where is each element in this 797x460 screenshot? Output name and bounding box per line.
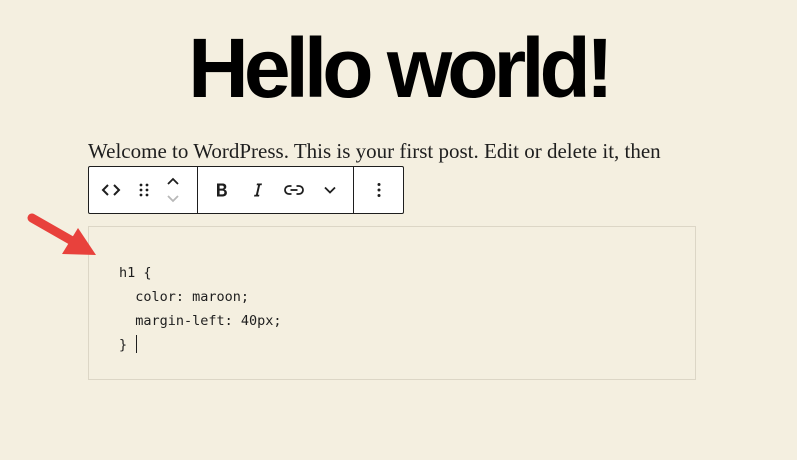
bold-button[interactable] (204, 172, 240, 208)
toolbar-group-options (353, 167, 403, 213)
code-line-last: } (119, 333, 665, 357)
text-caret (136, 335, 138, 353)
block-type-button[interactable] (93, 172, 129, 208)
link-icon (284, 185, 304, 195)
block-mover (159, 170, 187, 210)
move-down-button[interactable] (159, 190, 187, 208)
post-paragraph[interactable]: Welcome to WordPress. This is your first… (88, 138, 661, 164)
post-title[interactable]: Hello world! (0, 18, 797, 118)
move-up-button[interactable] (159, 172, 187, 190)
code-brackets-icon (101, 184, 121, 196)
chevron-up-icon (167, 177, 179, 185)
more-rich-text-button[interactable] (312, 172, 348, 208)
bold-icon (217, 183, 227, 197)
drag-handle-button[interactable] (129, 172, 159, 208)
block-toolbar (88, 166, 404, 214)
code-line: h1 { (119, 265, 152, 281)
toolbar-group-block (89, 167, 197, 213)
code-block[interactable]: h1 { color: maroon; margin-left: 40px; } (88, 226, 696, 380)
vertical-ellipsis-icon (377, 183, 380, 197)
code-line: color: maroon; (119, 289, 250, 305)
code-line-text: } (119, 337, 128, 353)
chevron-down-icon (167, 195, 179, 203)
options-button[interactable] (361, 172, 397, 208)
italic-button[interactable] (240, 172, 276, 208)
code-line: margin-left: 40px; (119, 313, 282, 329)
link-button[interactable] (276, 172, 312, 208)
drag-handle-icon (139, 183, 149, 197)
annotation-arrow-icon (27, 213, 96, 255)
toolbar-group-format (197, 167, 353, 213)
italic-icon (254, 183, 262, 197)
chevron-down-icon (324, 186, 336, 194)
